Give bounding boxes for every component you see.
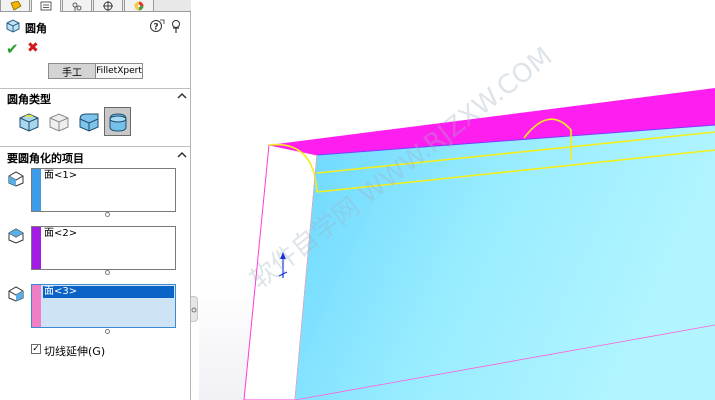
dimxpert-tab[interactable] (93, 0, 123, 12)
front-face[interactable] (295, 125, 715, 400)
center-face-set-icon (8, 228, 24, 244)
panel-collapse-handle[interactable] (191, 296, 198, 322)
tangent-propagation-checkbox[interactable]: ✓ (31, 344, 41, 354)
fillet-type-full-round[interactable] (104, 107, 131, 136)
property-manager-panel: 圆角 ? ✔ ✖ 手工 FilletXpert 圆角类型 要圆角化的项目 面<1… (0, 0, 191, 400)
manager-tabs (0, 0, 191, 12)
side-face-set-2-icon (8, 286, 24, 302)
ok-check-icon[interactable]: ✔ (6, 40, 19, 58)
items-section-header[interactable]: 要圆角化的项目 (0, 148, 191, 165)
help-icon[interactable]: ? (150, 19, 165, 34)
list-resize-handle[interactable] (105, 270, 110, 275)
list-resize-handle[interactable] (105, 329, 110, 334)
selection-color-swatch (32, 169, 41, 211)
selection-color-swatch (32, 227, 41, 269)
side-face-set-1-icon (8, 171, 24, 187)
page-title: 圆角 (25, 22, 47, 35)
variable-fillet-icon (49, 112, 68, 132)
feature-tree-icon (10, 0, 22, 11)
display-manager-tab[interactable] (124, 0, 154, 12)
configuration-icon (72, 2, 82, 11)
section-divider (0, 146, 190, 147)
configuration-manager-tab[interactable] (62, 0, 92, 12)
constant-fillet-icon (19, 112, 38, 132)
chevron-up-icon[interactable] (176, 148, 188, 162)
side-face-set-1-list[interactable]: 面<1> (31, 168, 176, 212)
list-item[interactable]: 面<3> (43, 286, 174, 298)
fillet-type-face[interactable] (75, 107, 102, 136)
list-resize-handle[interactable] (105, 212, 110, 217)
crosshair-icon (103, 0, 113, 11)
list-item[interactable]: 面<2> (43, 228, 174, 240)
face-fillet-icon (79, 113, 98, 132)
section-title-items: 要圆角化的项目 (7, 152, 84, 165)
tab-filletxpert[interactable]: FilletXpert (96, 64, 142, 78)
chevron-up-icon[interactable] (176, 89, 188, 103)
full-round-fillet-icon (109, 112, 126, 132)
model-view[interactable]: 软件自学网 WWW.RJZXW.COM (199, 0, 715, 400)
side-face-set-2-list[interactable]: 面<3> (31, 284, 176, 328)
cancel-x-icon[interactable]: ✖ (27, 40, 39, 56)
tab-manual[interactable]: 手工 (49, 64, 96, 79)
property-manager-tab[interactable] (31, 0, 61, 12)
selection-color-swatch (32, 285, 41, 327)
fillet-feature-icon (6, 19, 20, 33)
fillet-mode-tabs: 手工 FilletXpert (48, 63, 143, 79)
center-face-set-list[interactable]: 面<2> (31, 226, 176, 270)
property-manager-header: 圆角 ? (5, 18, 187, 36)
fillet-type-variable-size[interactable] (45, 107, 72, 136)
list-item[interactable]: 面<1> (43, 170, 174, 182)
pin-icon[interactable] (169, 19, 183, 34)
feature-manager-tab[interactable] (0, 0, 30, 12)
fillet-type-constant-size[interactable] (15, 107, 42, 136)
svg-text:?: ? (153, 23, 158, 33)
section-title-fillet-type: 圆角类型 (7, 93, 51, 106)
fillet-type-section-header[interactable]: 圆角类型 (0, 89, 191, 106)
grip-dot-icon (191, 307, 197, 313)
color-wheel-icon (134, 1, 144, 10)
property-list-icon (40, 1, 52, 11)
tangent-propagation-label: 切线延伸(G) (44, 345, 106, 358)
graphics-area[interactable]: 软件自学网 WWW.RJZXW.COM (199, 0, 715, 400)
